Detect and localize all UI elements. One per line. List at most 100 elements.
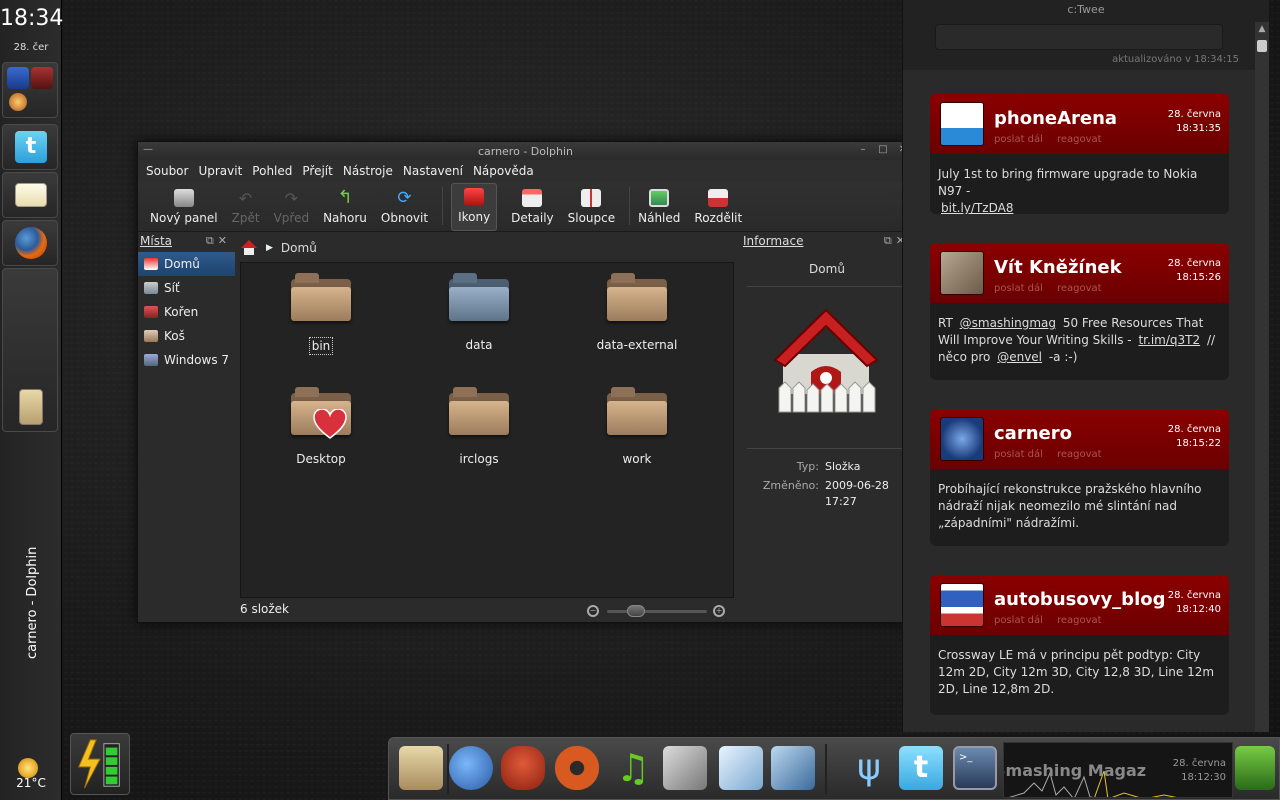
file-item-data-external[interactable]: data-external <box>577 273 697 353</box>
rss-feed-widget[interactable]: Smashing Magaz 28. června 18:12:30 <box>1003 742 1233 798</box>
menu-prejit[interactable]: Přejít <box>302 164 332 178</box>
tweet-mention[interactable]: @smashingmag <box>960 316 1056 330</box>
tweet-timestamp: 28. června 18:15:22 <box>1167 424 1221 449</box>
file-item-desktop[interactable]: Desktop <box>261 387 381 467</box>
tweet-mention[interactable]: @envel <box>997 350 1042 364</box>
split-button[interactable]: Rozdělit <box>694 189 742 231</box>
retweet-link[interactable]: poslat dál <box>994 283 1043 294</box>
place-network[interactable]: Síť <box>138 276 235 300</box>
menu-pohled[interactable]: Pohled <box>252 164 292 178</box>
weather-sun-icon[interactable] <box>18 758 38 778</box>
speaker-icon[interactable] <box>31 67 53 89</box>
details-view-button[interactable]: Detaily <box>511 189 554 231</box>
back-button[interactable]: ↶ Zpět <box>232 189 260 231</box>
home-icon[interactable] <box>240 240 258 256</box>
scroll-up-icon[interactable]: ▲ <box>1257 24 1267 34</box>
zoom-track[interactable] <box>607 610 707 613</box>
file-item-irclogs[interactable]: irclogs <box>419 387 539 467</box>
power-launcher[interactable] <box>70 733 130 795</box>
avatar[interactable] <box>940 251 984 295</box>
place-trash[interactable]: Koš <box>138 324 235 348</box>
retweet-link[interactable]: poslat dál <box>994 615 1043 626</box>
tweet-author[interactable]: autobusovy_blog <box>994 589 1165 610</box>
place-home[interactable]: Domů <box>138 252 235 276</box>
file-item-bin[interactable]: bin <box>261 273 381 355</box>
tweet-author[interactable]: phoneArena <box>994 108 1117 129</box>
avatar[interactable] <box>940 102 984 146</box>
retweet-link[interactable]: poslat dál <box>994 449 1043 460</box>
tweet-input[interactable] <box>935 24 1223 50</box>
twitter-launcher[interactable]: t <box>2 124 58 170</box>
scroll-thumb[interactable] <box>1257 40 1267 52</box>
tweet-link[interactable]: tr.im/q3T2 <box>1138 333 1200 347</box>
file-item-work[interactable]: work <box>577 387 697 467</box>
maximize-icon[interactable]: □ <box>877 144 889 156</box>
system-tray <box>2 62 58 118</box>
reply-link[interactable]: reagovat <box>1057 283 1102 294</box>
forward-button[interactable]: ↷ Vpřed <box>274 189 310 231</box>
tweet-author[interactable]: carnero <box>994 423 1072 444</box>
firefox-launcher[interactable] <box>2 220 58 266</box>
keys-icon[interactable] <box>663 746 707 790</box>
menu-soubor[interactable]: Soubor <box>146 164 188 178</box>
kopete-icon[interactable] <box>501 746 545 790</box>
statusbar: 6 složek − + <box>240 602 734 620</box>
places-panel-buttons[interactable]: ⧉✕ <box>206 234 231 248</box>
forward-arrow-icon: ↷ <box>284 189 299 208</box>
updates-icon[interactable] <box>9 93 27 111</box>
psi-icon[interactable]: ψ <box>847 746 891 790</box>
menu-napoveda[interactable]: Nápověda <box>473 164 534 178</box>
avatar[interactable] <box>940 583 984 627</box>
mail-launcher[interactable] <box>2 172 58 218</box>
tweet-author[interactable]: Vít Kněžínek <box>994 257 1122 278</box>
place-windows7[interactable]: Windows 7 <box>138 348 235 372</box>
tweet-link[interactable]: bit.ly/TzDA8 <box>941 201 1013 214</box>
reply-link[interactable]: reagovat <box>1057 134 1102 145</box>
left-panel: 18:34 28. čer t carnero - Dolphin 21°C <box>0 0 63 800</box>
terminal-icon[interactable]: >_ <box>953 746 997 790</box>
preview-button[interactable]: Náhled <box>638 189 680 231</box>
columns-view-button[interactable]: Sloupce <box>568 189 615 231</box>
minimize-icon[interactable]: – <box>857 144 869 156</box>
avatar[interactable] <box>940 417 984 461</box>
modified-time: 17:27 <box>825 495 857 508</box>
reply-link[interactable]: reagovat <box>1057 615 1102 626</box>
twitter-icon[interactable]: t <box>899 746 943 790</box>
file-view[interactable]: bin data data-external Desktop irclogs w… <box>240 262 734 598</box>
file-manager-icon[interactable] <box>399 746 443 790</box>
menu-nastaveni[interactable]: Nastavení <box>403 164 463 178</box>
heart-icon <box>313 409 347 439</box>
zoom-handle[interactable] <box>627 605 645 617</box>
monitor-icon[interactable] <box>7 67 29 89</box>
menu-upravit[interactable]: Upravit <box>198 164 242 178</box>
divider <box>747 286 907 287</box>
place-root[interactable]: Kořen <box>138 300 235 324</box>
reload-button[interactable]: ⟳ Obnovit <box>381 189 428 231</box>
toolbar: Nový panel ↶ Zpět ↷ Vpřed ↰ Nahoru ⟳ Obn… <box>138 182 913 232</box>
new-panel-button[interactable]: Nový panel <box>150 189 218 231</box>
home-folder-icon <box>773 308 879 413</box>
zoom-out-icon[interactable]: − <box>587 605 599 617</box>
zoom-slider[interactable]: − + <box>585 604 730 618</box>
breadcrumb-home[interactable]: Domů <box>281 241 317 255</box>
icons-view-button[interactable]: Ikony <box>451 183 498 231</box>
trash-leaf-icon[interactable] <box>1235 746 1275 790</box>
amarok-icon[interactable] <box>555 746 599 790</box>
file-item-data[interactable]: data <box>419 273 539 353</box>
titlebar[interactable]: — carnero - Dolphin – □ ✕ <box>138 142 913 160</box>
tweet-actions: poslat dál reagovat <box>994 449 1116 460</box>
menu-nastroje[interactable]: Nástroje <box>343 164 393 178</box>
retweet-link[interactable]: poslat dál <box>994 134 1043 145</box>
up-button[interactable]: ↰ Nahoru <box>323 189 367 231</box>
task-dolphin[interactable]: carnero - Dolphin <box>2 268 58 659</box>
twitter-scrollbar[interactable]: ▲ <box>1255 22 1269 732</box>
konqueror-icon[interactable] <box>449 746 493 790</box>
cube-icon[interactable] <box>719 746 763 790</box>
virtualbox-icon[interactable] <box>771 746 815 790</box>
toolbar-separator <box>629 187 631 225</box>
zoom-in-icon[interactable]: + <box>713 605 725 617</box>
new-panel-label: Nový panel <box>150 211 218 225</box>
reply-link[interactable]: reagovat <box>1057 449 1102 460</box>
music-note-icon[interactable]: ♫ <box>611 746 655 790</box>
clock-time[interactable]: 18:34 <box>0 6 63 31</box>
